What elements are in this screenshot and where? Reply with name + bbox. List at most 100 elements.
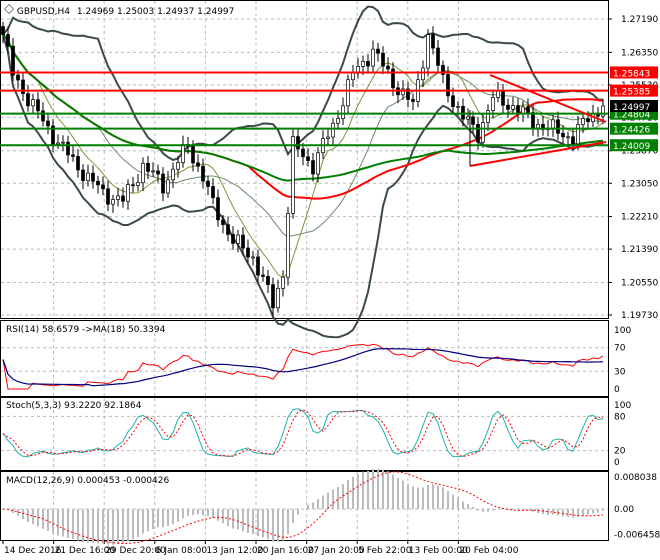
candle — [426, 34, 430, 69]
stoch-label: Stoch(5,3,3) 93.2220 92.1864 — [6, 401, 142, 411]
macd-label: MACD(12,26,9) 0.000453 -0.000426 — [6, 476, 170, 486]
candle — [556, 119, 560, 134]
candle — [586, 118, 590, 122]
candle — [451, 95, 455, 107]
candle — [266, 276, 270, 285]
candle — [476, 124, 480, 143]
candle — [496, 90, 500, 98]
candle — [176, 162, 180, 170]
macd-tick-label: 0.008038 — [614, 473, 657, 483]
candle — [76, 156, 80, 171]
candle — [11, 45, 15, 76]
x-tick-label: 6 Jan 08:00 — [156, 546, 208, 556]
candle — [241, 234, 245, 249]
symbol-icon — [4, 4, 14, 14]
rsi-ma-line — [2, 348, 604, 387]
candle — [41, 110, 45, 122]
pane-frame-0 — [0, 0, 609, 319]
candle — [431, 34, 435, 49]
rsi-line — [2, 343, 604, 390]
candle — [276, 287, 280, 309]
stoch-tick-label: 80 — [614, 412, 626, 422]
candle — [411, 99, 415, 102]
candle — [56, 142, 60, 145]
x-tick-label: 14 Dec 2016 — [4, 546, 62, 556]
rsi-tick-label: 30 — [614, 367, 626, 377]
candle — [386, 65, 390, 70]
candle — [86, 172, 90, 181]
candle — [301, 148, 305, 158]
candle — [531, 112, 535, 129]
candle — [456, 105, 460, 108]
candle — [16, 74, 20, 81]
candle — [196, 162, 200, 167]
candle — [146, 162, 150, 172]
ohlc-values: 1.24969 1.25003 1.24937 1.24997 — [76, 7, 235, 17]
candle — [61, 141, 65, 144]
candle — [336, 118, 340, 124]
candle — [311, 160, 315, 175]
candle — [116, 195, 120, 200]
candle — [101, 184, 105, 190]
macd-tick-label: -0.006458 — [614, 531, 660, 541]
candle — [561, 132, 565, 138]
rsi-tick-label: 100 — [614, 326, 631, 336]
rsi-label: RSI(14) 58.6579 ->MA(18) 50.3394 — [6, 325, 166, 335]
candle — [256, 256, 260, 276]
macd-tick-label: 0.00 — [614, 505, 634, 515]
candle — [226, 224, 230, 235]
candle — [551, 119, 555, 129]
candle — [261, 274, 265, 277]
candle — [436, 47, 440, 66]
price-tick-label: 1.21390 — [621, 245, 658, 255]
rsi-tick-label: 0 — [614, 385, 620, 395]
chart-window[interactable]: 14 Dec 2016 21 Dec 16:00 29 Dec 20:00 6 Jan… — [0, 0, 660, 560]
x-tick-label: 5 Feb 22:00 — [358, 546, 412, 556]
candle — [36, 99, 40, 112]
candle — [576, 124, 580, 145]
price-tick-label: 1.27190 — [621, 15, 658, 25]
candle — [6, 34, 10, 47]
candle — [166, 179, 170, 194]
stoch-tick-label: 100 — [614, 401, 631, 411]
candle — [221, 219, 225, 225]
stoch-tick-label: 20 — [614, 447, 626, 457]
candle — [521, 106, 525, 114]
candle — [66, 141, 70, 156]
symbol-label: GBPUSD,H4 — [16, 7, 71, 17]
candle — [231, 234, 235, 244]
bollinger-mid — [2, 34, 604, 238]
candle — [206, 180, 210, 187]
candle — [571, 136, 575, 145]
price-tick-label: 1.26350 — [621, 48, 658, 58]
candle — [291, 136, 295, 214]
candle — [341, 105, 345, 119]
candle — [136, 182, 140, 186]
candle — [481, 122, 485, 143]
candle — [171, 168, 175, 181]
candle — [211, 186, 215, 198]
price-tag-label: 1.24426 — [613, 126, 650, 136]
x-tick-label: 27 Jan 20:00 — [308, 546, 365, 556]
candle — [506, 104, 510, 110]
candle — [346, 79, 350, 107]
candle — [281, 276, 285, 289]
price-tick-label: 1.23050 — [621, 179, 658, 189]
candle — [491, 97, 495, 112]
candle — [191, 145, 195, 164]
chart-header: GBPUSD,H4 1.24969 1.25003 1.24937 1.2499… — [4, 4, 234, 17]
candle — [526, 106, 530, 113]
candle — [46, 120, 50, 127]
candle — [331, 122, 335, 138]
candle — [486, 110, 490, 123]
price-tag-label: 1.25843 — [613, 69, 650, 79]
candle — [141, 162, 145, 183]
price-tag-label: 1.25385 — [613, 88, 650, 98]
candle — [26, 93, 30, 107]
price-tick-label: 1.20550 — [621, 278, 658, 288]
candle — [126, 184, 130, 202]
price-tick-label: 1.19730 — [621, 311, 658, 321]
price-tag-label: 1.24009 — [613, 142, 650, 152]
candle — [501, 90, 505, 106]
candle — [271, 284, 275, 309]
